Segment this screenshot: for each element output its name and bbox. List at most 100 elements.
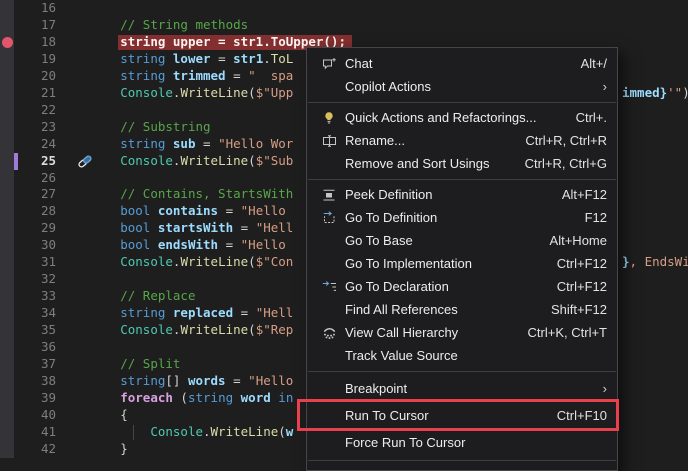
menu-item-go-to-base[interactable]: Go To BaseAlt+Home (307, 229, 617, 252)
code-token: string (120, 68, 173, 83)
menu-separator (308, 371, 616, 372)
menu-item-label: Quick Actions and Refactorings... (345, 110, 564, 125)
line-number: 27 (14, 186, 56, 203)
code-token: ( (278, 424, 286, 439)
code-token: sub (173, 136, 196, 151)
code-text: Console.WriteLine($"Rep (60, 322, 293, 339)
line-number: 25 (14, 153, 56, 170)
menu-item-peek-definition[interactable]: Peek DefinitionAlt+F12 (307, 183, 617, 206)
line-number: 38 (14, 373, 56, 390)
code-token (60, 34, 120, 49)
line-number: 32 (14, 271, 56, 288)
code-token: . (203, 424, 211, 439)
line-number: 16 (14, 0, 56, 17)
menu-item-shortcut: Shift+F12 (551, 302, 607, 317)
menu-item-go-to-implementation[interactable]: Go To ImplementationCtrl+F12 (307, 252, 617, 275)
code-token (60, 17, 120, 32)
code-text: { (60, 407, 128, 424)
menu-separator (308, 102, 616, 103)
menu-item-shortcut: Alt+/ (581, 56, 607, 71)
code-token: lower (173, 51, 211, 66)
code-token: "Hello (248, 373, 293, 388)
code-text: Console.WriteLine($"Upp (60, 85, 293, 102)
code-token: WriteLine (180, 85, 248, 100)
code-token: , EndsWi (630, 254, 688, 269)
peek-definition-icon (317, 188, 341, 202)
code-token: $"Sub (256, 153, 294, 168)
code-token (60, 237, 120, 252)
code-line[interactable]: 16 (0, 0, 688, 17)
menu-item-shortcut: Ctrl+R, Ctrl+G (525, 156, 607, 171)
menu-item-shortcut: F12 (585, 210, 607, 225)
code-token (60, 220, 120, 235)
code-token: "Hello (241, 237, 294, 252)
code-token: ( (248, 85, 256, 100)
breakpoint-indicator[interactable] (2, 37, 13, 48)
code-token (60, 305, 120, 320)
code-token (60, 407, 120, 422)
code-text: // Replace (60, 288, 195, 305)
menu-item-rename[interactable]: Rename...Ctrl+R, Ctrl+R (307, 129, 617, 152)
menu-item-label: Track Value Source (345, 348, 607, 363)
view-call-hierarchy-icon (317, 326, 341, 340)
code-token: = (211, 51, 234, 66)
menu-item-label: Go To Definition (345, 210, 573, 225)
code-token: = (233, 305, 256, 320)
code-token (60, 288, 120, 303)
submenu-chevron-icon: › (603, 79, 607, 94)
code-token: Console (120, 153, 173, 168)
menu-item-copilot-actions[interactable]: Copilot Actions› (307, 75, 617, 98)
line-number: 21 (14, 85, 56, 102)
code-text: // Split (60, 356, 180, 373)
code-token: str1 (233, 51, 263, 66)
menu-item-quick-actions-and-refactorings[interactable]: Quick Actions and Refactorings...Ctrl+. (307, 106, 617, 129)
line-number: 23 (14, 119, 56, 136)
menu-item-label: Rename... (345, 133, 513, 148)
menu-item-track-value-source[interactable]: Track Value Source (307, 344, 617, 367)
code-token (60, 153, 120, 168)
code-token: { (120, 407, 128, 422)
code-token: WriteLine (180, 322, 248, 337)
menu-item-label: Go To Implementation (345, 256, 545, 271)
code-token: . (263, 51, 271, 66)
code-token (60, 373, 120, 388)
code-token: $"Rep (256, 322, 294, 337)
menu-item-go-to-declaration[interactable]: Go To DeclarationCtrl+F12 (307, 275, 617, 298)
code-token: trimmed (173, 68, 226, 83)
menu-item-remove-and-sort-usings[interactable]: Remove and Sort UsingsCtrl+R, Ctrl+G (307, 152, 617, 175)
menu-item-go-to-definition[interactable]: Go To Definition F12 (307, 206, 617, 229)
line-number: 36 (14, 339, 56, 356)
code-token: Console (120, 254, 173, 269)
code-token: ( (248, 254, 256, 269)
menu-item-force-run-to-cursor[interactable]: Force Run To Cursor (307, 429, 617, 456)
code-token: $"Upp (256, 85, 294, 100)
code-token (60, 254, 120, 269)
go-to-definition-icon (317, 211, 341, 225)
code-token: Console (120, 85, 173, 100)
menu-item-chat[interactable]: ChatAlt+/ (307, 52, 617, 75)
menu-separator (308, 460, 616, 461)
line-number: 22 (14, 102, 56, 119)
code-text: Console.WriteLine(w (60, 424, 293, 441)
line-number: 35 (14, 322, 56, 339)
code-text: // Substring (60, 119, 211, 136)
code-token (60, 390, 120, 405)
menu-item-label: Breakpoint (345, 381, 591, 396)
submenu-chevron-icon: › (603, 381, 607, 396)
line-number: 34 (14, 305, 56, 322)
code-token (60, 85, 120, 100)
menu-item-view-call-hierarchy[interactable]: View Call HierarchyCtrl+K, Ctrl+T (307, 321, 617, 344)
line-number: 20 (14, 68, 56, 85)
code-token: foreach (120, 390, 173, 405)
line-number: 42 (14, 441, 56, 458)
code-token: = (218, 237, 241, 252)
code-token: string (120, 305, 173, 320)
code-token: bool (120, 220, 158, 235)
chat-icon (322, 57, 337, 71)
menu-item-breakpoint[interactable]: Breakpoint › (307, 375, 617, 402)
line-number: 31 (14, 254, 56, 271)
code-line[interactable]: 17 // String methods (0, 17, 688, 34)
line-number: 18 (14, 34, 56, 51)
menu-item-find-all-references[interactable]: Find All ReferencesShift+F12 (307, 298, 617, 321)
menu-item-label: Force Run To Cursor (345, 435, 607, 450)
